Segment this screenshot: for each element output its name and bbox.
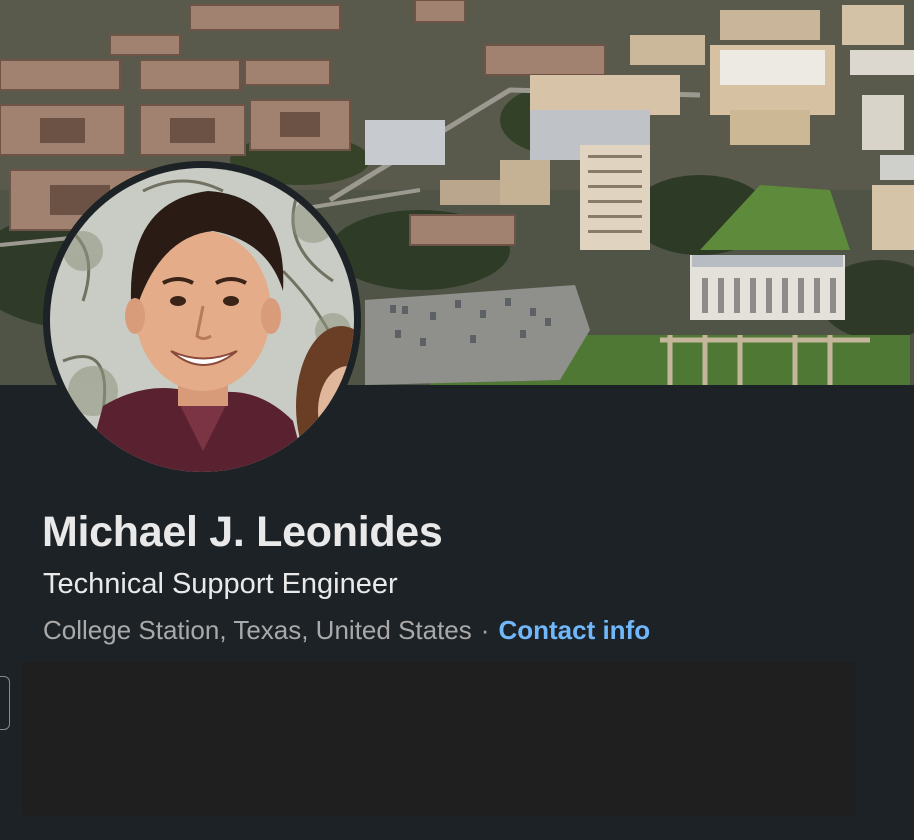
profile-location-row: College Station, Texas, United States · Co… [43,615,650,646]
separator-dot: · [480,615,490,645]
profile-headline: Technical Support Engineer [43,568,398,600]
profile-location: College Station, Texas, United States [43,615,472,645]
profile-avatar[interactable] [43,161,361,479]
profile-card: Michael J. Leonides Technical Support En… [0,0,914,840]
profile-name: Michael J. Leonides [42,508,443,556]
empty-content-panel [22,662,856,815]
scroll-left-handle[interactable] [0,676,10,730]
contact-info-link[interactable]: Contact info [498,615,650,645]
